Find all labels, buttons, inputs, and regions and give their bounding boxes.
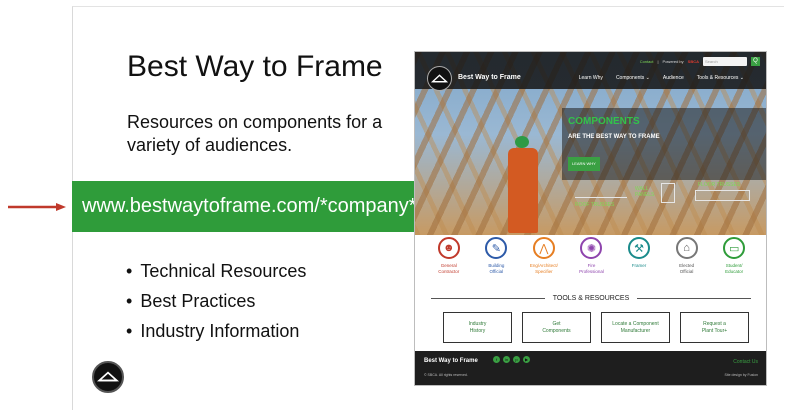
youtube-icon[interactable]: ▶ [523, 356, 530, 363]
bullet-item: Technical Resources [126, 256, 306, 286]
site-footer: Best Way to Frame f in p ▶ © SBCA. All r… [415, 351, 766, 385]
hero-subtitle: ARE THE BEST WAY TO FRAME [568, 134, 660, 140]
audience-student-educator[interactable]: ▭ Student/ Educator [712, 237, 756, 275]
document-icon: ✎ [485, 237, 508, 259]
powered-by-label: Powered by [662, 59, 684, 64]
contractor-icon: ☻ [437, 237, 460, 259]
slide-subtitle: Resources on components for a variety of… [127, 112, 383, 155]
capitol-icon: ⌂ [675, 237, 698, 259]
tool-get-components[interactable]: Get Components [522, 312, 591, 343]
footer-site-name[interactable]: Best Way to Frame [424, 358, 478, 364]
audience-fire-professional[interactable]: ✺ Fire Professional [569, 237, 613, 275]
top-utility-bar: Contact | Powered by SBCA Search Q [640, 57, 760, 66]
audience-label: Elected Official [679, 263, 695, 274]
book-icon: ▭ [723, 237, 746, 259]
tools-boxes: Industry History Get Components Locate a… [443, 312, 749, 343]
tools-heading: TOOLS & RESOURCES [552, 295, 630, 302]
floor-truss-graphic [695, 190, 750, 201]
audience-label: General Contractor [438, 263, 460, 274]
worker-image [508, 136, 538, 233]
contact-link[interactable]: Contact [640, 59, 654, 64]
audience-label: Building Official [488, 263, 505, 274]
divider-line [431, 298, 545, 299]
tool-request-plant-tour[interactable]: Request a Plant Tour+ [680, 312, 749, 343]
truss-logo-icon [92, 361, 124, 393]
audience-building-official[interactable]: ✎ Building Official [474, 237, 518, 275]
sbca-brand[interactable]: SBCA [688, 59, 699, 64]
fire-icon: ✺ [580, 237, 603, 259]
social-links: f in p ▶ [493, 356, 530, 363]
facebook-icon[interactable]: f [493, 356, 500, 363]
linkedin-icon[interactable]: in [503, 356, 510, 363]
tools-heading-row: TOOLS & RESOURCES [431, 295, 752, 302]
divider: | [657, 59, 659, 64]
tool-industry-history[interactable]: Industry History [443, 312, 512, 343]
floor-trusses-tag: FLOOR TRUSSES [698, 182, 741, 188]
search-button[interactable]: Q [751, 57, 760, 66]
nav-components[interactable]: Components ⌄ [616, 75, 650, 81]
footer-copyright: © SBCA. All rights reserved. [424, 373, 468, 377]
bullet-list: Technical Resources Best Practices Indus… [126, 256, 306, 346]
wall-panels-tag: WALL PANELS [635, 186, 655, 198]
search-input[interactable]: Search [703, 57, 747, 66]
audience-label: Eng/Architect/ Specifier [529, 263, 558, 274]
bullet-item: Industry Information [126, 316, 306, 346]
audience-general-contractor[interactable]: ☻ General Contractor [427, 237, 471, 275]
learn-why-button[interactable]: LEARN WHY [568, 157, 600, 171]
nav-learn-why[interactable]: Learn Why [579, 75, 603, 81]
compass-icon: ⋀ [532, 237, 555, 259]
site-logo-icon[interactable] [427, 66, 452, 91]
hammer-icon: ⚒ [628, 237, 651, 259]
roof-truss-graphic [575, 186, 627, 198]
audience-framer[interactable]: ⚒ Framer [617, 237, 661, 275]
main-nav: Learn Why Components ⌄ Audience Tools & … [579, 75, 744, 81]
presentation-canvas: Best Way to Frame Resources on component… [0, 0, 786, 412]
audience-engineer[interactable]: ⋀ Eng/Architect/ Specifier [522, 237, 566, 275]
site-name[interactable]: Best Way to Frame [458, 74, 521, 81]
footer-contact-link[interactable]: Contact Us [733, 359, 758, 365]
website-screenshot: Contact | Powered by SBCA Search Q Best … [414, 51, 767, 386]
roof-trusses-tag: ROOF TRUSSES [575, 202, 615, 208]
audience-label: Student/ Educator [725, 263, 744, 274]
pointer-arrow-icon [8, 203, 66, 211]
tool-locate-manufacturer[interactable]: Locate a Component Manufacturer [601, 312, 670, 343]
nav-tools-resources[interactable]: Tools & Resources ⌄ [697, 75, 744, 81]
hero-title: COMPONENTS [568, 116, 640, 127]
divider-line [637, 298, 752, 299]
footer-design-credit: Site design by Fusion [724, 373, 758, 377]
audience-label: Fire Professional [579, 263, 604, 274]
nav-audience[interactable]: Audience [663, 75, 684, 81]
audience-label: Framer [631, 263, 647, 268]
wall-panel-graphic [661, 183, 675, 203]
audience-elected-official[interactable]: ⌂ Elected Official [665, 237, 709, 275]
slide-title: Best Way to Frame [127, 50, 383, 83]
audience-icon-row: ☻ General Contractor ✎ Building Official… [415, 237, 766, 275]
bullet-item: Best Practices [126, 286, 306, 316]
pinterest-icon[interactable]: p [513, 356, 520, 363]
